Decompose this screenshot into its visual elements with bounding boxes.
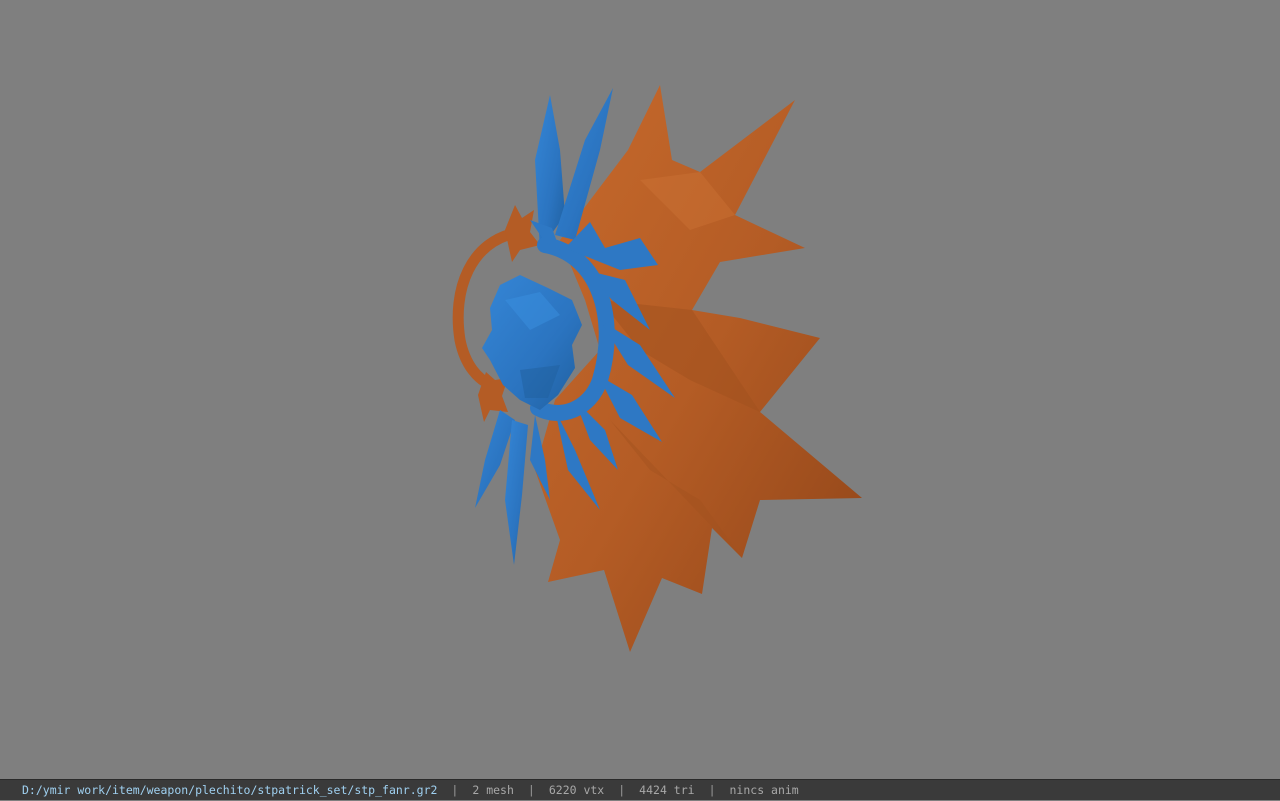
3d-viewport[interactable] — [0, 0, 1280, 779]
model-render — [452, 85, 862, 652]
vertex-count: 6220 vtx — [548, 783, 605, 797]
status-bar: D:/ymir work/item/weapon/plechito/stpatr… — [0, 779, 1280, 800]
separator: | — [618, 783, 626, 797]
anim-status: nincs anim — [729, 783, 799, 797]
triangle-count: 4424 tri — [639, 783, 695, 797]
separator: | — [527, 783, 535, 797]
separator: | — [708, 783, 716, 797]
mesh-count: 2 mesh — [472, 783, 514, 797]
separator: | — [451, 783, 459, 797]
file-path: D:/ymir work/item/weapon/plechito/stpatr… — [22, 783, 438, 797]
